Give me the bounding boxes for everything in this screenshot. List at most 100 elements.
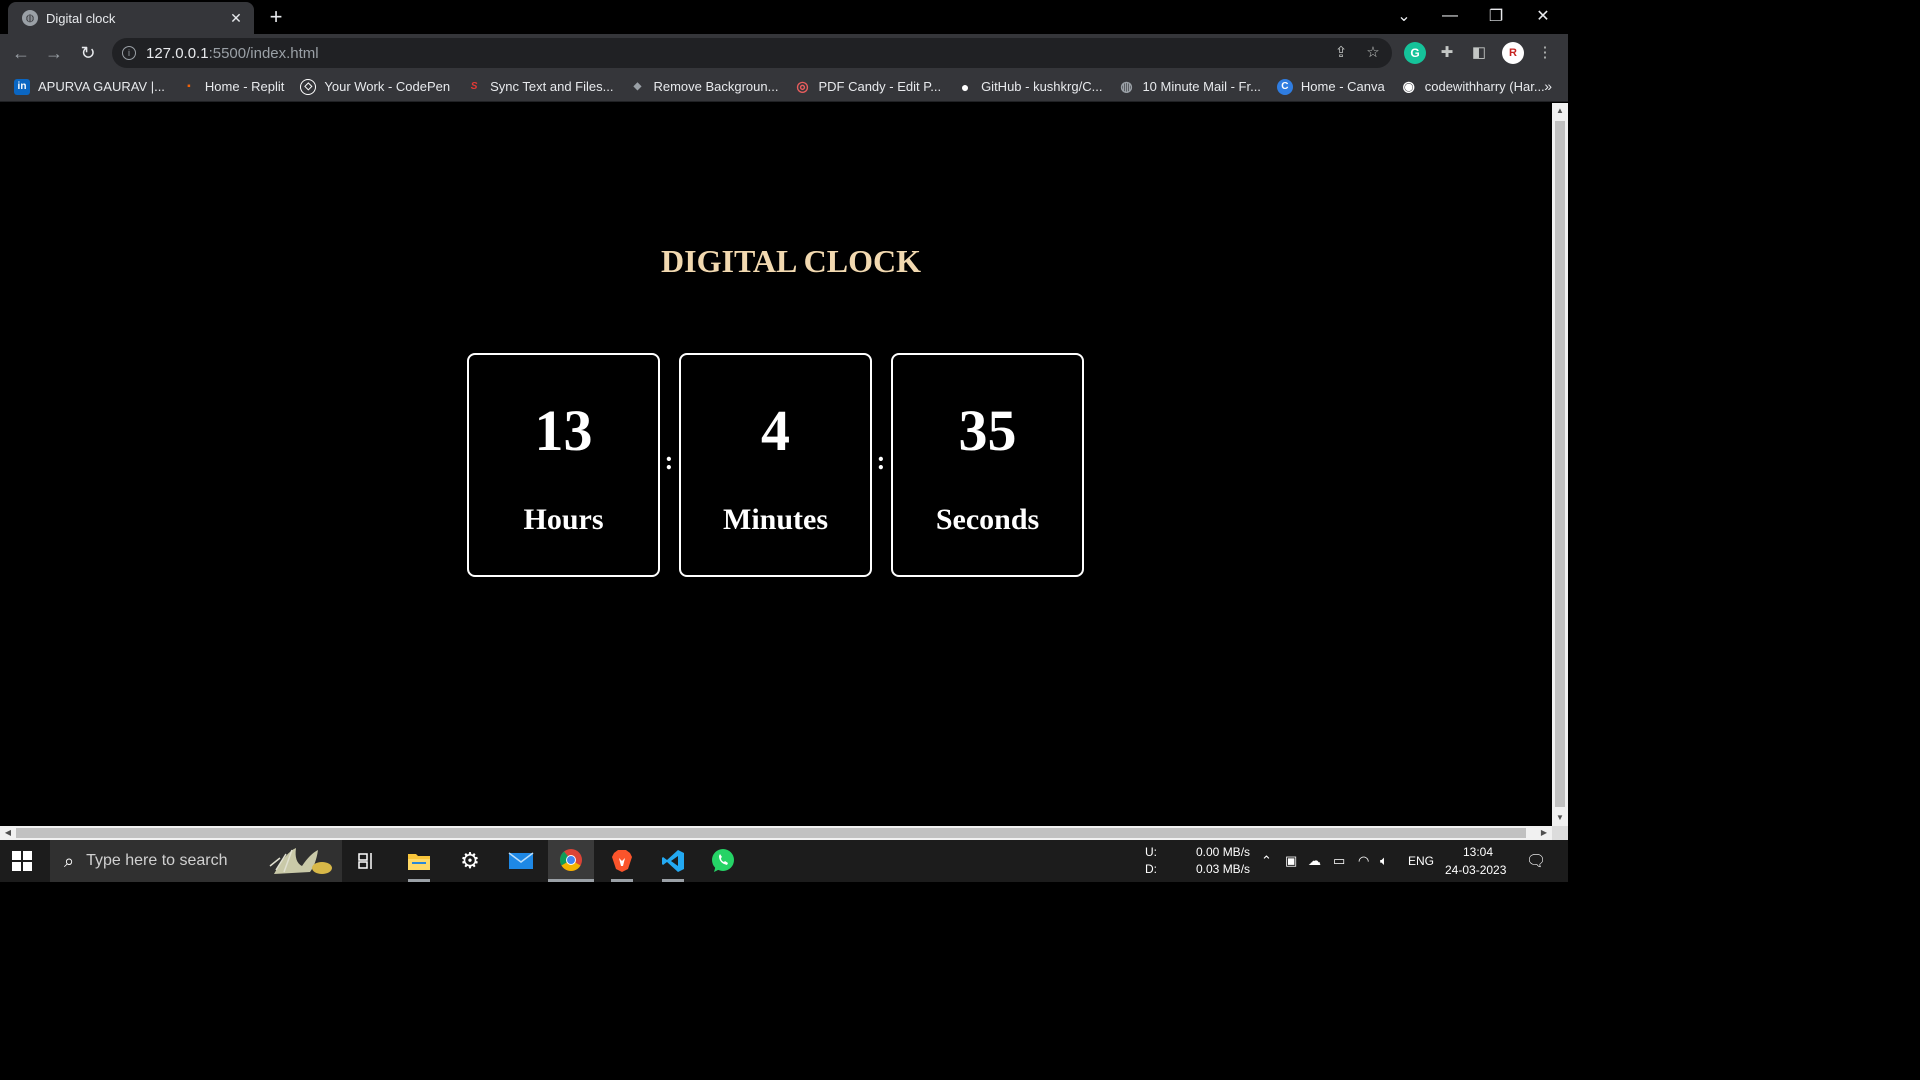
extensions-icon[interactable]: ✚ xyxy=(1436,42,1458,64)
restore-button[interactable]: ❐ xyxy=(1473,0,1519,32)
bookmark-remove-bg[interactable]: ◆ Remove Backgroun... xyxy=(629,79,779,95)
bookmark-github[interactable]: ● GitHub - kushkrg/C... xyxy=(957,78,1103,95)
scroll-right-arrow-icon[interactable]: ▶ xyxy=(1536,826,1552,840)
notifications-icon[interactable]: 🗨︎ xyxy=(1526,851,1546,871)
settings-button[interactable]: ⚙ xyxy=(447,840,493,882)
hours-box: 13 Hours xyxy=(467,353,660,577)
battery-icon[interactable]: ▭ xyxy=(1333,853,1345,869)
bookmarks-bar: in APURVA GAURAV |... ▪ Home - Replit ◇ You… xyxy=(0,72,1568,102)
bookmark-label: Home - Replit xyxy=(204,79,285,94)
clock-time[interactable]: 13:04 xyxy=(1463,845,1493,859)
chrome-menu-icon[interactable]: ⋮ xyxy=(1534,42,1556,64)
network-meter-labels: U: D: xyxy=(1145,844,1157,878)
tab-digital-clock[interactable]: ◍ Digital clock ✕ xyxy=(8,2,254,34)
page-title: DIGITAL CLOCK xyxy=(661,243,921,279)
brave-icon xyxy=(612,850,632,872)
windows-taskbar: ⌕ Type here to search ⚙ U: D: 0.00 MB/s … xyxy=(0,840,1568,882)
minutes-value: 4 xyxy=(761,398,790,463)
horizontal-scrollbar[interactable]: ◀ ▶ xyxy=(0,826,1552,840)
separator-colon: : xyxy=(664,446,674,475)
grammarly-extension-icon[interactable]: G xyxy=(1404,42,1426,64)
tab-search-button[interactable]: ⌄ xyxy=(1381,0,1427,32)
reload-button[interactable]: ↻ xyxy=(75,40,101,66)
hours-label: Hours xyxy=(523,503,604,536)
github-icon: ● xyxy=(960,78,970,95)
address-bar[interactable]: i 127.0.0.1:5500/index.html xyxy=(112,38,1392,68)
horizontal-scroll-thumb[interactable] xyxy=(16,828,1526,838)
vscode-taskbar-button[interactable] xyxy=(650,840,696,882)
scroll-left-arrow-icon[interactable]: ◀ xyxy=(0,826,16,840)
brave-taskbar-button[interactable] xyxy=(599,840,645,882)
minimize-button[interactable]: — xyxy=(1427,0,1473,32)
bookmark-codepen[interactable]: ◇ Your Work - CodePen xyxy=(300,78,450,95)
side-panel-icon[interactable]: ◧ xyxy=(1468,42,1490,64)
bookmark-replit[interactable]: ▪ Home - Replit xyxy=(181,79,284,95)
bookmark-sync-text[interactable]: S Sync Text and Files... xyxy=(466,79,614,95)
vertical-scrollbar[interactable]: ▲ ▼ xyxy=(1552,103,1568,826)
bookmark-linkedin[interactable]: in APURVA GAURAV |... xyxy=(14,78,165,95)
scroll-down-arrow-icon[interactable]: ▼ xyxy=(1552,810,1568,826)
bookmark-label: PDF Candy - Edit P... xyxy=(818,79,942,94)
whatsapp-icon xyxy=(712,849,734,872)
clock-date[interactable]: 24-03-2023 xyxy=(1445,863,1506,877)
task-view-icon xyxy=(358,853,372,869)
volume-icon[interactable]: 🔈︎ xyxy=(1380,853,1388,869)
canva-icon: C xyxy=(1276,78,1293,95)
gear-icon: ⚙ xyxy=(460,848,480,873)
hours-value: 13 xyxy=(534,398,593,463)
chrome-taskbar-button[interactable] xyxy=(548,840,594,882)
more-bookmarks-button[interactable]: » xyxy=(1544,78,1552,94)
vscode-icon xyxy=(662,850,684,872)
scrollbar-corner xyxy=(1552,826,1568,840)
forward-button[interactable]: → xyxy=(41,40,67,66)
bookmark-pdf-candy[interactable]: ◎ PDF Candy - Edit P... xyxy=(794,78,942,95)
mail-icon xyxy=(508,852,534,869)
download-label: D: xyxy=(1145,862,1157,876)
sync-icon: S xyxy=(470,81,478,92)
minutes-label: Minutes xyxy=(723,503,828,536)
file-explorer-button[interactable] xyxy=(396,840,442,882)
bookmark-canva[interactable]: C Home - Canva xyxy=(1276,78,1385,95)
upload-speed: 0.00 MB/s xyxy=(1196,845,1251,859)
page-viewport: DIGITAL CLOCK 13 Hours : 4 Minutes : 35 … xyxy=(0,103,1552,826)
seconds-label: Seconds xyxy=(935,503,1040,536)
share-icon[interactable]: ⇪ xyxy=(1330,42,1352,64)
scroll-up-arrow-icon[interactable]: ▲ xyxy=(1552,103,1568,119)
new-tab-button[interactable]: + xyxy=(264,6,288,30)
chevron-up-icon[interactable]: ⌃ xyxy=(1261,853,1272,869)
separator-colon: : xyxy=(876,446,886,475)
mail-button[interactable] xyxy=(498,840,544,882)
meet-now-icon[interactable]: ▣ xyxy=(1285,853,1297,869)
chrome-icon xyxy=(560,848,582,871)
browser-toolbar: ← → ↻ i 127.0.0.1:5500/index.html ⇪ ☆ G … xyxy=(0,34,1568,72)
globe-icon: ◍ xyxy=(22,10,38,26)
vertical-scroll-thumb[interactable] xyxy=(1555,121,1565,807)
profile-avatar[interactable]: R xyxy=(1502,42,1524,64)
taskbar-search-box[interactable]: ⌕ Type here to search xyxy=(50,840,342,882)
bookmark-star-icon[interactable]: ☆ xyxy=(1362,42,1384,64)
bookmark-label: GitHub - kushkrg/C... xyxy=(981,79,1103,94)
url-path: :5500/index.html xyxy=(208,44,319,62)
task-view-button[interactable] xyxy=(344,840,390,882)
search-icon: ⌕ xyxy=(64,850,75,871)
replit-icon: ▪ xyxy=(187,81,191,92)
windows-start-icon[interactable] xyxy=(12,851,32,871)
bookmark-label: APURVA GAURAV |... xyxy=(38,79,165,94)
close-tab-icon[interactable]: ✕ xyxy=(228,10,244,26)
folder-icon xyxy=(408,854,430,870)
bookmark-10-minute-mail[interactable]: ◍ 10 Minute Mail - Fr... xyxy=(1118,78,1261,95)
site-info-icon[interactable]: i xyxy=(122,46,136,60)
globe-icon: ◍ xyxy=(1120,78,1133,94)
whatsapp-taskbar-button[interactable] xyxy=(700,840,746,882)
codepen-icon: ◇ xyxy=(300,78,317,95)
wifi-icon[interactable]: ◠ xyxy=(1358,853,1369,869)
bookmark-label: Sync Text and Files... xyxy=(490,79,614,94)
close-window-button[interactable]: ✕ xyxy=(1520,0,1566,32)
back-button[interactable]: ← xyxy=(8,40,34,66)
seconds-box: 35 Seconds xyxy=(891,353,1084,577)
bookmark-codewithharry[interactable]: ◉ codewithharry (Har... xyxy=(1401,78,1545,95)
bookmark-label: 10 Minute Mail - Fr... xyxy=(1142,79,1261,94)
linkedin-icon: in xyxy=(14,78,30,95)
onedrive-cloud-icon[interactable]: ☁ xyxy=(1308,853,1321,869)
input-language[interactable]: ENG xyxy=(1408,854,1434,868)
